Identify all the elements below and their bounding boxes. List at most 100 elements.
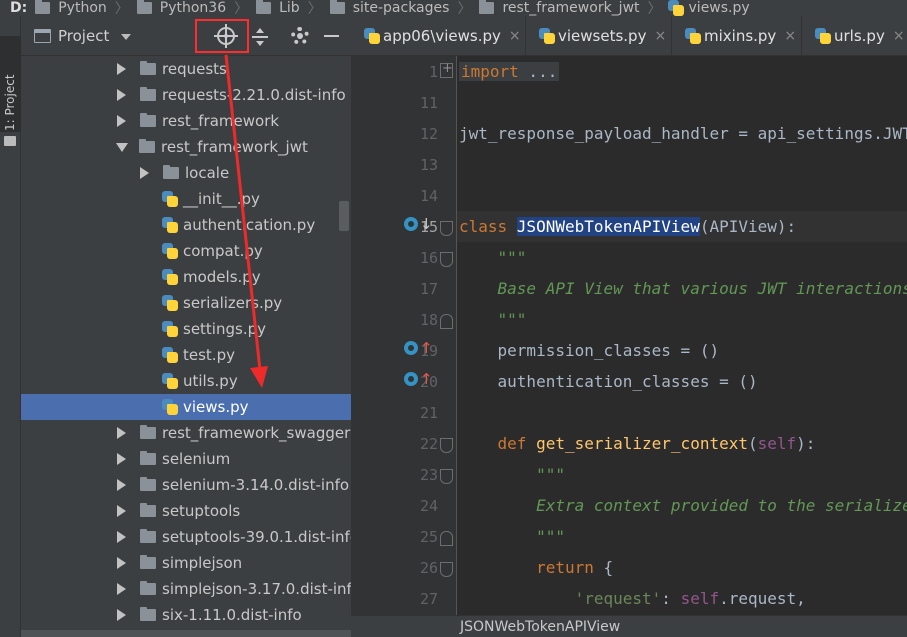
tree-item-rest-framework[interactable]: rest_framework (21, 108, 351, 134)
gear-icon[interactable] (291, 27, 309, 45)
line-number: 27 (419, 590, 438, 608)
code-line-20: authentication_classes = () (459, 372, 758, 391)
tree-item-label: authentication.py (183, 216, 316, 234)
tab-viewsets[interactable]: viewsets.py × (526, 16, 672, 55)
close-icon[interactable]: × (784, 28, 796, 44)
project-tool-button[interactable]: 1: Project (0, 36, 21, 146)
expand-fold-icon[interactable] (440, 61, 453, 78)
breadcrumb-item-lib[interactable]: Lib 〉 (248, 0, 322, 16)
chevron-right-icon[interactable] (117, 115, 126, 127)
chevron-right-icon[interactable] (140, 167, 149, 179)
fold-start-icon[interactable] (440, 562, 453, 577)
tree-item-requests-dist-info[interactable]: requests-2.21.0.dist-info (21, 82, 351, 108)
chevron-right-icon[interactable] (117, 63, 126, 75)
folder-icon (140, 503, 156, 517)
breadcrumb-item-site-packages[interactable]: site-packages 〉 (322, 0, 471, 16)
tree-item-utils-py[interactable]: utils.py (21, 368, 351, 394)
tree-item-settings-py[interactable]: settings.py (21, 316, 351, 342)
tree-item-rest-framework-swagger[interactable]: rest_framework_swagger (21, 420, 351, 446)
folder-icon (140, 555, 156, 569)
code-token: self (680, 589, 720, 608)
breadcrumb-item-rest-framework-jwt[interactable]: rest_framework_jwt 〉 (471, 0, 662, 16)
editor-gutter: 1 11 12 13 14 15 16 17 18 19 20 21 22 23… (351, 56, 457, 615)
tree-item-rest-framework-jwt[interactable]: rest_framework_jwt (21, 134, 351, 160)
tree-item-compat-py[interactable]: compat.py (21, 238, 351, 264)
tree-item-models-py[interactable]: models.py (21, 264, 351, 290)
tree-item-test-py[interactable]: test.py (21, 342, 351, 368)
tree-item-views-py[interactable]: views.py (21, 394, 351, 420)
tree-item-requests[interactable]: requests (21, 56, 351, 82)
locate-target-icon[interactable] (214, 24, 238, 48)
tree-item-simplejson[interactable]: simplejson (21, 550, 351, 576)
tree-item-simplejson-dist-info[interactable]: simplejson-3.17.0.dist-info (21, 576, 351, 602)
tree-item-label: simplejson-3.17.0.dist-info (162, 580, 351, 598)
tree-item-init-py[interactable]: __init__.py (21, 186, 351, 212)
tab-app06-views[interactable]: app06\views.py × (351, 16, 526, 55)
chevron-right-icon[interactable] (117, 583, 126, 595)
chevron-right-icon[interactable] (117, 609, 126, 621)
chevron-right-icon[interactable] (117, 557, 126, 569)
tree-item-authentication-py[interactable]: authentication.py (21, 212, 351, 238)
chevron-right-icon[interactable] (117, 453, 126, 465)
chevron-right-icon[interactable] (117, 531, 126, 543)
fold-end-icon[interactable] (440, 314, 453, 329)
code-editor[interactable]: 1 11 12 13 14 15 16 17 18 19 20 21 22 23… (351, 56, 907, 615)
line-number: 24 (419, 497, 438, 515)
tree-item-locale[interactable]: locale (21, 160, 351, 186)
breadcrumb-item-python36[interactable]: Python36 〉 (129, 0, 248, 16)
tree-item-setuptools-dist-info[interactable]: setuptools-39.0.1.dist-info (21, 524, 351, 550)
close-icon[interactable]: × (654, 28, 666, 44)
chevron-down-icon[interactable] (116, 142, 128, 152)
tab-mixins[interactable]: mixins.py × (672, 16, 802, 55)
close-icon[interactable]: × (509, 28, 521, 44)
tab-label: viewsets.py (558, 27, 647, 45)
chevron-right-icon[interactable] (117, 427, 126, 439)
breadcrumb-item-views-py[interactable]: views.py (662, 0, 750, 16)
hide-panel-icon[interactable] (324, 35, 339, 37)
tree-item-six-dist-info[interactable]: six-1.11.0.dist-info (21, 602, 351, 628)
overridden-method-icon[interactable]: ↓ (404, 216, 433, 234)
fold-start-icon[interactable] (440, 438, 453, 453)
folder-icon (4, 136, 16, 146)
tree-item-label: selenium-3.14.0.dist-info (162, 476, 350, 494)
tree-item-label: requests (162, 60, 227, 78)
folder-icon (140, 451, 156, 465)
overrides-method-icon[interactable]: ↑ (404, 371, 433, 389)
overrides-method-icon[interactable]: ↑ (404, 340, 433, 358)
tree-item-label: serializers.py (183, 294, 283, 312)
line-number: 25 (419, 528, 438, 546)
line-number: 14 (419, 187, 438, 205)
left-tool-stripe: 1: Project (0, 16, 21, 637)
code-token: { (593, 558, 614, 577)
chevron-down-icon[interactable] (121, 34, 131, 40)
code-line-16: """ (459, 242, 527, 273)
close-icon[interactable]: × (893, 28, 905, 44)
tree-horizontal-scrollbar[interactable] (21, 630, 351, 637)
tree-item-setuptools[interactable]: setuptools (21, 498, 351, 524)
python-file-icon (162, 295, 178, 311)
collapse-all-icon[interactable] (252, 28, 268, 46)
collapsed-imports[interactable]: import ... (459, 62, 560, 81)
project-view-selector[interactable]: Project (58, 27, 109, 45)
editor-breadcrumb-item[interactable]: JSONWebTokenAPIView (460, 619, 620, 635)
fold-start-icon[interactable] (440, 221, 453, 236)
breadcrumb-drive[interactable]: D: (10, 0, 27, 16)
chevron-right-icon[interactable] (117, 89, 126, 101)
project-header: Project (21, 16, 351, 56)
chevron-right-icon[interactable] (117, 505, 126, 517)
chevron-right-icon[interactable] (117, 479, 126, 491)
tree-item-serializers-py[interactable]: serializers.py (21, 290, 351, 316)
fold-end-icon[interactable] (440, 531, 453, 546)
folder-icon (140, 581, 156, 595)
tree-item-label: models.py (183, 268, 261, 286)
tree-item-label: requests-2.21.0.dist-info (162, 86, 346, 104)
python-file-icon (539, 28, 555, 44)
tree-scrollbar-thumb[interactable] (339, 201, 349, 231)
tree-item-selenium-dist-info[interactable]: selenium-3.14.0.dist-info (21, 472, 351, 498)
tab-urls[interactable]: urls.py × (802, 16, 907, 55)
breadcrumb-item-python[interactable]: Python 〉 (27, 0, 129, 16)
tree-item-selenium[interactable]: selenium (21, 446, 351, 472)
breadcrumb-label: rest_framework_jwt (502, 0, 640, 16)
fold-start-icon[interactable] (440, 469, 453, 484)
fold-start-icon[interactable] (440, 252, 453, 267)
